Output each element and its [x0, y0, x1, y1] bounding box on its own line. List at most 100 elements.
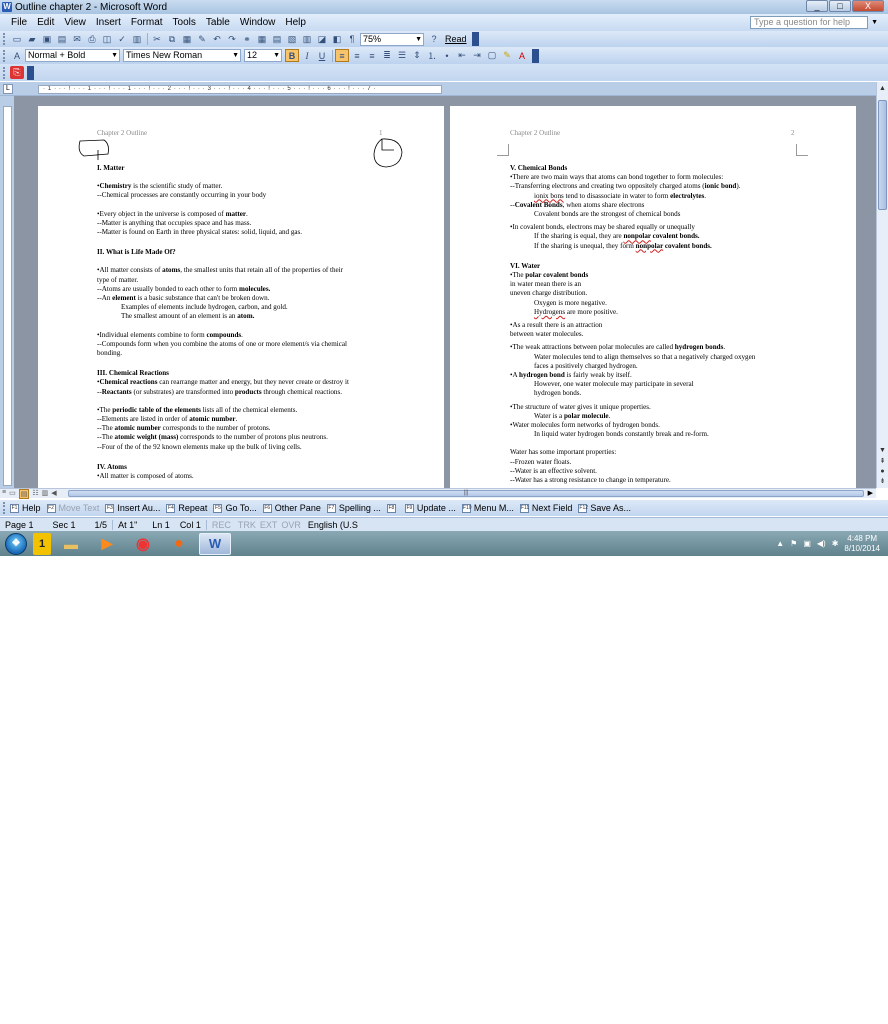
- open-folder-icon[interactable]: ▰: [25, 33, 39, 46]
- function-key-f4[interactable]: F4 Repeat: [166, 503, 207, 513]
- minimize-button[interactable]: _: [806, 0, 828, 12]
- previous-page-icon[interactable]: ⇞: [878, 457, 887, 466]
- outline-view-icon[interactable]: ☷: [32, 489, 38, 499]
- page-2[interactable]: Chapter 2 Outline 2 V. Chemical Bonds •Th…: [450, 106, 856, 488]
- select-browse-object-icon[interactable]: ●: [878, 467, 887, 476]
- close-button[interactable]: X: [852, 0, 884, 12]
- font-color-icon[interactable]: A: [515, 49, 529, 62]
- page-1[interactable]: Chapter 2 Outline 1 I. Matter •Chemistry …: [38, 106, 444, 488]
- line-spacing-icon[interactable]: ⇕: [410, 49, 424, 62]
- save-icon[interactable]: ▣: [40, 33, 54, 46]
- zoom-select[interactable]: 75% ▼: [360, 32, 424, 46]
- borders-icon[interactable]: ▢: [485, 49, 499, 62]
- new-document-icon[interactable]: ▭: [10, 33, 24, 46]
- copy-icon[interactable]: ⧉: [165, 33, 179, 46]
- insert-table-icon[interactable]: ▤: [270, 33, 284, 46]
- toolbar-options-icon[interactable]: [27, 65, 34, 80]
- menu-window[interactable]: Window: [235, 17, 281, 28]
- show-hidden-icons-icon[interactable]: ▲: [776, 539, 784, 548]
- scroll-thumb[interactable]: [878, 100, 887, 210]
- clock[interactable]: 4:48 PM 8/10/2014: [844, 534, 880, 554]
- styles-formatting-icon[interactable]: A: [10, 49, 24, 62]
- hyperlink-icon[interactable]: ⚭: [240, 33, 254, 46]
- underline-button[interactable]: U: [315, 49, 329, 62]
- next-page-icon[interactable]: ⇟: [878, 477, 887, 486]
- file-explorer-icon[interactable]: ▬: [55, 533, 87, 555]
- page-1-body[interactable]: I. Matter •Chemistry is the scientific st…: [97, 162, 389, 481]
- chrome-icon[interactable]: ◉: [127, 533, 159, 555]
- media-player-icon[interactable]: ▶: [91, 533, 123, 555]
- horizontal-scroll-thumb[interactable]: |||: [68, 490, 864, 497]
- function-key-f5[interactable]: F5 Go To...: [213, 503, 257, 513]
- firefox-icon[interactable]: ●: [163, 533, 195, 555]
- document-map-icon[interactable]: ◧: [330, 33, 344, 46]
- function-key-f2[interactable]: F2 Move Text: [46, 503, 99, 513]
- app-1-icon[interactable]: 1: [33, 532, 51, 555]
- align-center-icon[interactable]: ≡: [350, 49, 364, 62]
- drawing-icon[interactable]: ◪: [315, 33, 329, 46]
- scroll-up-icon[interactable]: ▲: [878, 84, 887, 93]
- style-select[interactable]: Normal + Bold ▼: [25, 49, 120, 62]
- paste-icon[interactable]: ▦: [180, 33, 194, 46]
- function-key-f10[interactable]: F10 Menu M...: [461, 503, 514, 513]
- increase-indent-icon[interactable]: ⇥: [470, 49, 484, 62]
- show-hide-icon[interactable]: ¶: [345, 33, 359, 46]
- print-layout-icon[interactable]: ▤: [18, 489, 30, 499]
- toolbar-grip[interactable]: [3, 33, 7, 45]
- status-trk[interactable]: TRK: [236, 520, 258, 530]
- toolbar-grip[interactable]: [3, 66, 7, 79]
- function-key-f11[interactable]: F11 Next Field: [519, 503, 572, 513]
- horizontal-scrollbar[interactable]: ≡ ▭ ▤ ☷ ▥ ◀ ||| ▶: [0, 488, 876, 499]
- menu-table[interactable]: Table: [201, 17, 235, 28]
- status-ovr[interactable]: OVR: [279, 520, 303, 530]
- toolbar-options-icon[interactable]: [532, 48, 539, 63]
- toolbar-options-icon[interactable]: [471, 32, 479, 46]
- help-dropdown-icon[interactable]: ▼: [871, 19, 878, 26]
- email-icon[interactable]: ✉: [70, 33, 84, 46]
- function-key-f8[interactable]: F8: [386, 503, 399, 513]
- toolbar-grip[interactable]: [3, 49, 7, 62]
- status-rec[interactable]: REC: [207, 520, 236, 530]
- vertical-scrollbar[interactable]: ▲ ▼ ⇞ ● ⇟: [876, 82, 888, 488]
- align-right-icon[interactable]: ≡: [365, 49, 379, 62]
- pdf-icon[interactable]: ⎘: [10, 66, 24, 79]
- bluetooth-icon[interactable]: ✱: [832, 539, 839, 548]
- status-ext[interactable]: EXT: [258, 520, 280, 530]
- ruler-strip[interactable]: · 1 · · · ! · · · 1 · · · ! · · · 1 · · …: [38, 85, 442, 94]
- highlight-icon[interactable]: ✎: [500, 49, 514, 62]
- web-layout-icon[interactable]: ▭: [9, 489, 16, 499]
- function-key-f6[interactable]: F6 Other Pane: [262, 503, 321, 513]
- volume-icon[interactable]: ◀): [817, 539, 826, 548]
- help-search-input[interactable]: Type a question for help: [750, 16, 868, 29]
- justify-icon[interactable]: ≣: [380, 49, 394, 62]
- numbering-icon[interactable]: ⒈: [425, 49, 439, 62]
- print-icon[interactable]: ⎙: [85, 33, 99, 46]
- research-icon[interactable]: ▥: [130, 33, 144, 46]
- italic-button[interactable]: I: [300, 49, 314, 62]
- network-icon[interactable]: ▣: [803, 539, 811, 548]
- reading-layout-icon[interactable]: ▥: [42, 489, 49, 499]
- scroll-left-icon[interactable]: ◀: [51, 489, 56, 499]
- undo-icon[interactable]: ↶: [210, 33, 224, 46]
- vertical-ruler[interactable]: [0, 96, 14, 488]
- font-size-select[interactable]: 12 ▼: [244, 49, 282, 62]
- function-key-f1[interactable]: F1 Help: [10, 503, 41, 513]
- normal-view-icon[interactable]: ≡: [2, 489, 6, 499]
- permission-icon[interactable]: ▤: [55, 33, 69, 46]
- horizontal-ruler[interactable]: L · 1 · · · ! · · · 1 · · · ! · · · 1 · …: [0, 82, 888, 96]
- tables-borders-icon[interactable]: ▦: [255, 33, 269, 46]
- menu-view[interactable]: View: [59, 17, 91, 28]
- format-painter-icon[interactable]: ✎: [195, 33, 209, 46]
- insert-excel-icon[interactable]: ▧: [285, 33, 299, 46]
- bold-button[interactable]: B: [285, 49, 299, 62]
- action-center-icon[interactable]: ⚑: [790, 539, 797, 548]
- scroll-down-icon[interactable]: ▼: [878, 446, 887, 455]
- help-icon[interactable]: ?: [427, 33, 441, 46]
- redo-icon[interactable]: ↷: [225, 33, 239, 46]
- print-preview-icon[interactable]: ◫: [100, 33, 114, 46]
- function-key-f9[interactable]: F9 Update ...: [404, 503, 456, 513]
- align-left-icon[interactable]: ≡: [335, 49, 349, 62]
- function-key-f3[interactable]: F3 Insert Au...: [105, 503, 160, 513]
- menu-help[interactable]: Help: [280, 17, 311, 28]
- spelling-icon[interactable]: ✓: [115, 33, 129, 46]
